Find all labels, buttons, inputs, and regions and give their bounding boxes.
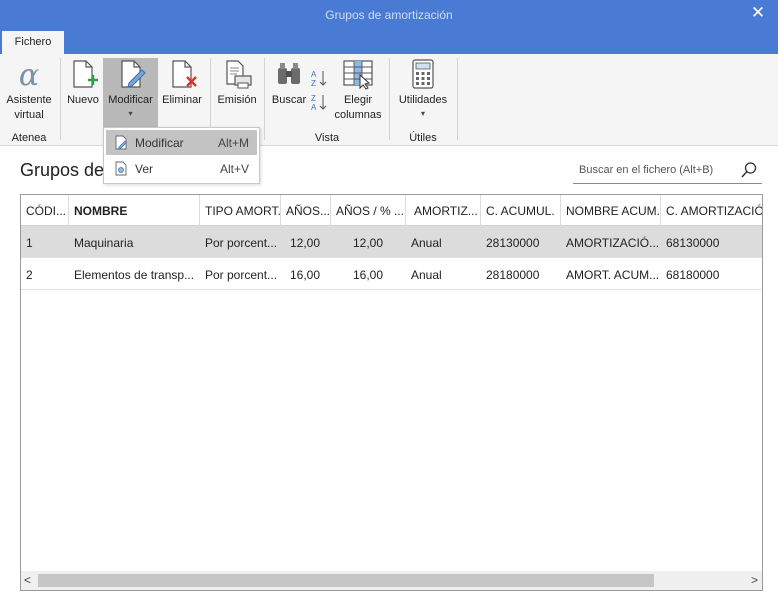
tab-fichero[interactable]: Fichero [2, 31, 64, 54]
cell-anos-pct: 12,00 [352, 236, 383, 250]
eliminar-button[interactable]: Eliminar [160, 58, 204, 108]
column-header-codigo[interactable]: CÓDI... [21, 195, 69, 226]
cell-anos: 16,00 [289, 268, 320, 282]
asistente-virtual-button[interactable]: α Asistente virtual [4, 58, 54, 123]
table-row[interactable]: 1 Maquinaria Por porcent... 12,00 12,00 … [21, 226, 762, 258]
ribbon-separator [264, 58, 265, 140]
nuevo-label: Nuevo [67, 94, 99, 106]
elegir-columnas-button[interactable]: Elegir columnas [332, 58, 384, 123]
edit-document-icon [115, 135, 127, 150]
binoculars-icon [278, 63, 300, 84]
scroll-right-icon[interactable]: > [751, 573, 758, 587]
svg-text:Z: Z [311, 94, 316, 103]
ribbon-separator [457, 58, 458, 140]
column-header-c-acumul[interactable]: C. ACUMUL. [481, 195, 561, 226]
menu-item-modificar[interactable]: Modificar Alt+M [106, 130, 257, 155]
buscar-button[interactable]: Buscar [270, 58, 308, 108]
cell-tipo-amort: Por porcent... [205, 236, 278, 250]
cell-nombre-acum: AMORT. ACUM... [566, 268, 660, 282]
cell-c-amortizacion: 68180000 [666, 268, 720, 282]
svg-text:A: A [311, 103, 317, 112]
search-icon[interactable] [740, 161, 758, 179]
column-header-anos[interactable]: AÑOS... [281, 195, 331, 226]
nuevo-button[interactable]: Nuevo [64, 58, 102, 108]
asistente-line2: virtual [14, 109, 44, 121]
emision-button[interactable]: Emisión [215, 58, 259, 108]
columns-icon [343, 60, 373, 90]
menu-item-ver-label: Ver [135, 162, 154, 176]
chevron-down-icon: ▾ [128, 109, 133, 118]
sort-icon: A Z Z A [311, 70, 327, 112]
column-header-nombre[interactable]: NOMBRE [69, 195, 200, 226]
group-label-vista: Vista [314, 132, 340, 144]
delete-document-icon [172, 60, 197, 88]
title-bar: Grupos de amortización ✕ [0, 0, 778, 30]
menu-item-ver-shortcut: Alt+V [219, 162, 249, 176]
table-row[interactable]: 2 Elementos de transp... Por porcent... … [21, 258, 762, 290]
cell-codigo: 1 [26, 236, 33, 250]
cell-nombre: Elementos de transp... [74, 268, 195, 282]
search-field[interactable]: Buscar en el fichero (Alt+B) [573, 156, 762, 184]
cell-codigo: 2 [26, 268, 33, 282]
cell-anos: 12,00 [289, 236, 320, 250]
group-label-atenea: Atenea [11, 132, 47, 144]
search-placeholder: Buscar en el fichero (Alt+B) [579, 164, 714, 176]
page-title: Grupos de [20, 160, 105, 180]
menu-item-modificar-shortcut: Alt+M [217, 136, 249, 150]
close-button[interactable]: ✕ [748, 3, 768, 23]
svg-text:α: α [19, 58, 39, 90]
table-header: CÓDI... NOMBRE TIPO AMORT. AÑOS... AÑOS … [21, 195, 762, 226]
window-title: Grupos de amortización [325, 8, 453, 22]
cell-amortiz: Anual [411, 236, 442, 250]
elegir-line1: Elegir [343, 94, 373, 106]
group-label-utiles: Útiles [409, 132, 437, 144]
column-header-anos-pct[interactable]: AÑOS / % ... [331, 195, 406, 226]
data-grid: CÓDI... NOMBRE TIPO AMORT. AÑOS... AÑOS … [20, 194, 763, 591]
column-header-tipo-amort[interactable]: TIPO AMORT. [200, 195, 281, 226]
buscar-label: Buscar [271, 94, 307, 106]
chevron-down-icon: ▾ [420, 109, 425, 118]
utilidades-label: Utilidades [398, 94, 448, 106]
modificar-dropdown-menu: Modificar Alt+M Ver Alt+V [103, 127, 260, 184]
cell-amortiz: Anual [411, 268, 442, 282]
horizontal-scrollbar[interactable]: < > [21, 571, 762, 590]
edit-document-icon [120, 60, 146, 88]
column-header-amortiz[interactable]: AMORTIZ... [406, 195, 481, 226]
asistente-line1: Asistente [6, 94, 52, 106]
cell-nombre: Maquinaria [74, 236, 134, 250]
ribbon-tabstrip: Fichero [0, 30, 778, 54]
eliminar-label: Eliminar [162, 94, 202, 106]
column-header-nombre-acum[interactable]: NOMBRE ACUM. [561, 195, 661, 226]
emision-label: Emisión [217, 94, 257, 106]
utilidades-button[interactable]: Utilidades ▾ [394, 58, 452, 121]
alpha-icon: α [19, 58, 39, 90]
calculator-icon [412, 59, 434, 89]
elegir-line2: columnas [334, 109, 382, 121]
cell-c-acumul: 28130000 [486, 236, 540, 250]
menu-item-modificar-label: Modificar [135, 136, 184, 150]
cell-nombre-acum: AMORTIZACIÓ... [566, 236, 660, 250]
cell-tipo-amort: Por porcent... [205, 268, 278, 282]
sort-buttons[interactable]: A Z Z A [310, 68, 330, 121]
ribbon-separator [389, 58, 390, 140]
modificar-button[interactable]: Modificar ▾ [103, 58, 158, 128]
cell-c-amortizacion: 68130000 [666, 236, 720, 250]
scroll-left-icon[interactable]: < [24, 573, 31, 587]
new-document-icon [73, 60, 98, 88]
menu-item-ver[interactable]: Ver Alt+V [106, 156, 257, 181]
svg-text:Z: Z [311, 79, 316, 88]
modificar-label: Modificar [108, 94, 153, 106]
print-document-icon [226, 60, 252, 89]
cell-anos-pct: 16,00 [352, 268, 383, 282]
svg-text:A: A [311, 70, 317, 79]
column-header-c-amortizacion[interactable]: C. AMORTIZACIÓN [661, 195, 762, 226]
ribbon-separator [60, 58, 61, 140]
cell-c-acumul: 28180000 [486, 268, 540, 282]
scrollbar-thumb[interactable] [38, 574, 654, 587]
view-document-icon [115, 161, 127, 176]
